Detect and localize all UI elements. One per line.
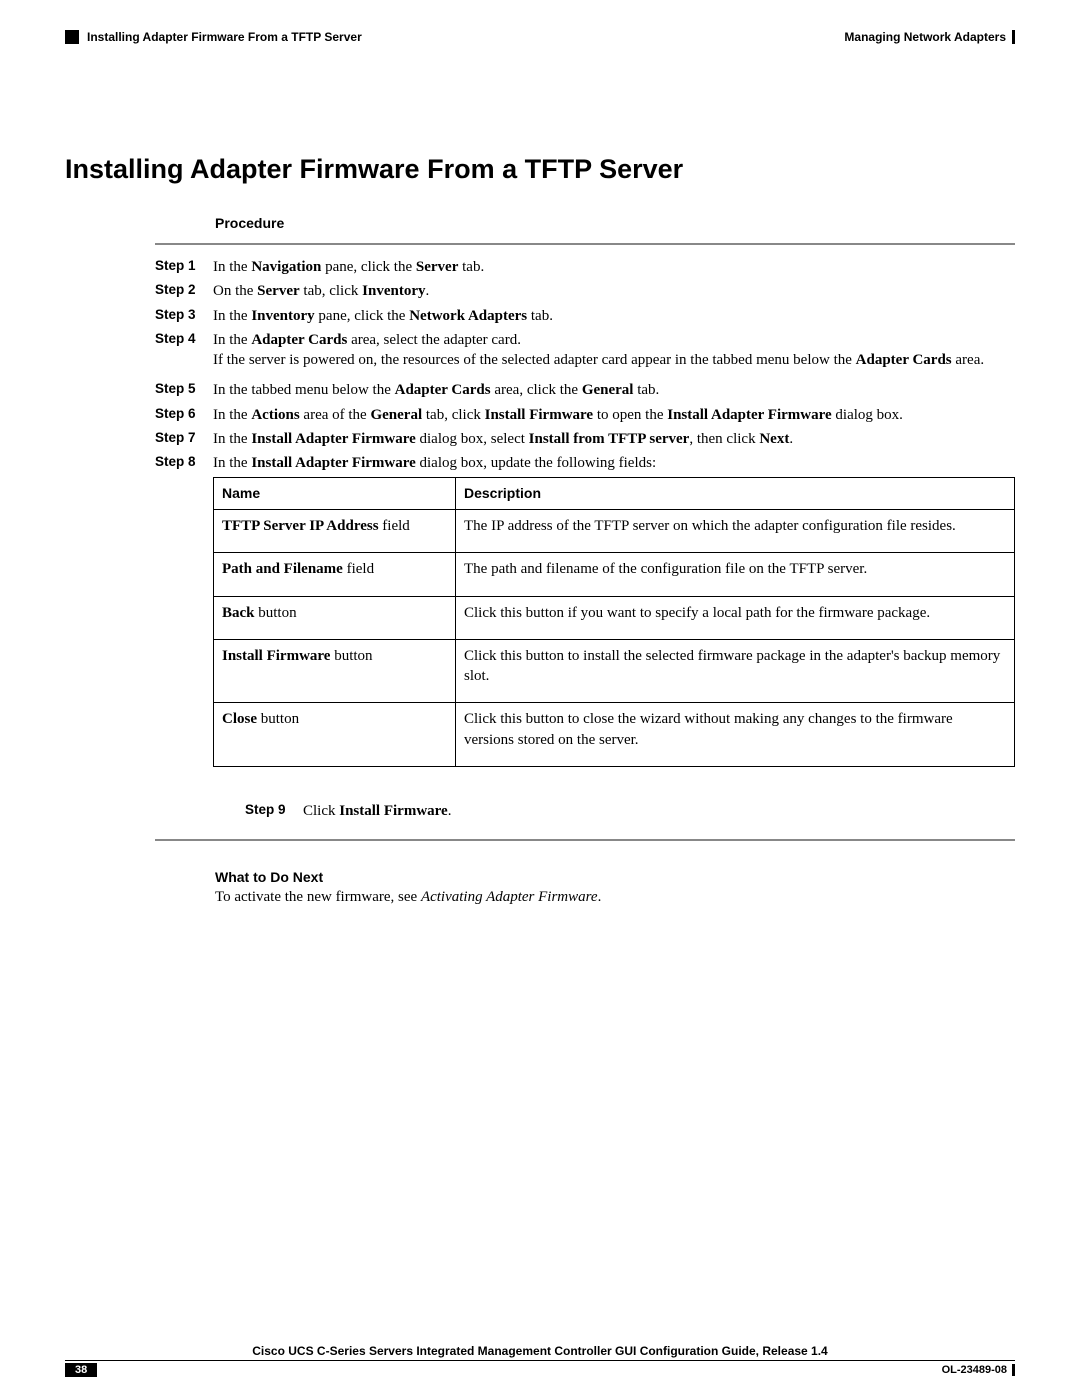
- field-desc: Click this button to install the selecte…: [456, 639, 1015, 703]
- field-desc: The path and filename of the configurati…: [456, 553, 1015, 596]
- step-label: Step 7: [155, 429, 213, 447]
- procedure-steps: Step 1 In the Navigation pane, click the…: [155, 243, 1015, 841]
- step-5: Step 5 In the tabbed menu below the Adap…: [155, 380, 1015, 400]
- step-label: Step 5: [155, 380, 213, 398]
- page-title: Installing Adapter Firmware From a TFTP …: [65, 154, 1015, 185]
- procedure-heading: Procedure: [215, 215, 1015, 231]
- page: Installing Adapter Firmware From a TFTP …: [0, 0, 1080, 1397]
- step-body: In the tabbed menu below the Adapter Car…: [213, 380, 1015, 400]
- step-9: Step 9 Click Install Firmware.: [245, 801, 1015, 821]
- table-row: Path and Filename field The path and fil…: [214, 553, 1015, 596]
- step-body: In the Install Adapter Firmware dialog b…: [213, 453, 1015, 767]
- field-name: Install Firmware button: [214, 639, 456, 703]
- field-name: Path and Filename field: [214, 553, 456, 596]
- step-body: In the Navigation pane, click the Server…: [213, 257, 1015, 277]
- header-marker-icon: [65, 30, 79, 44]
- what-next-heading: What to Do Next: [215, 869, 1015, 885]
- field-desc: Click this button to close the wizard wi…: [456, 703, 1015, 767]
- step-body: Click Install Firmware.: [303, 801, 1015, 821]
- step-4: Step 4 In the Adapter Cards area, select…: [155, 330, 1015, 371]
- field-desc: Click this button if you want to specify…: [456, 596, 1015, 639]
- table-header-row: Name Description: [214, 478, 1015, 510]
- step-8: Step 8 In the Install Adapter Firmware d…: [155, 453, 1015, 767]
- page-number: 38: [65, 1363, 97, 1377]
- step-label: Step 8: [155, 453, 213, 471]
- what-next-body: To activate the new firmware, see Activa…: [215, 889, 1015, 906]
- step-1: Step 1 In the Navigation pane, click the…: [155, 257, 1015, 277]
- page-footer: Cisco UCS C-Series Servers Integrated Ma…: [65, 1344, 1015, 1377]
- footer-doc-title: Cisco UCS C-Series Servers Integrated Ma…: [65, 1344, 1015, 1361]
- step-body: On the Server tab, click Inventory.: [213, 281, 1015, 301]
- doc-id: OL-23489-08: [942, 1364, 1015, 1376]
- table-header-name: Name: [214, 478, 456, 510]
- step-label: Step 2: [155, 281, 213, 299]
- table-row: Close button Click this button to close …: [214, 703, 1015, 767]
- header-left-text: Installing Adapter Firmware From a TFTP …: [87, 30, 362, 44]
- fields-table: Name Description TFTP Server IP Address …: [213, 477, 1015, 767]
- field-name: TFTP Server IP Address field: [214, 510, 456, 553]
- running-header: Installing Adapter Firmware From a TFTP …: [65, 30, 1015, 44]
- table-row: TFTP Server IP Address field The IP addr…: [214, 510, 1015, 553]
- step-label: Step 1: [155, 257, 213, 275]
- step-label: Step 3: [155, 306, 213, 324]
- step-7: Step 7 In the Install Adapter Firmware d…: [155, 429, 1015, 449]
- table-row: Install Firmware button Click this butto…: [214, 639, 1015, 703]
- step-body: In the Adapter Cards area, select the ad…: [213, 330, 1015, 371]
- step-6: Step 6 In the Actions area of the Genera…: [155, 405, 1015, 425]
- table-row: Back button Click this button if you wan…: [214, 596, 1015, 639]
- table-header-desc: Description: [456, 478, 1015, 510]
- step-2: Step 2 On the Server tab, click Inventor…: [155, 281, 1015, 301]
- step-body: In the Actions area of the General tab, …: [213, 405, 1015, 425]
- step-label: Step 6: [155, 405, 213, 423]
- header-right-text: Managing Network Adapters: [844, 30, 1015, 44]
- step-label: Step 9: [245, 801, 303, 819]
- field-name: Close button: [214, 703, 456, 767]
- step-body: In the Inventory pane, click the Network…: [213, 306, 1015, 326]
- field-name: Back button: [214, 596, 456, 639]
- step-label: Step 4: [155, 330, 213, 348]
- field-desc: The IP address of the TFTP server on whi…: [456, 510, 1015, 553]
- header-left: Installing Adapter Firmware From a TFTP …: [65, 30, 362, 44]
- step-body: In the Install Adapter Firmware dialog b…: [213, 429, 1015, 449]
- step-3: Step 3 In the Inventory pane, click the …: [155, 306, 1015, 326]
